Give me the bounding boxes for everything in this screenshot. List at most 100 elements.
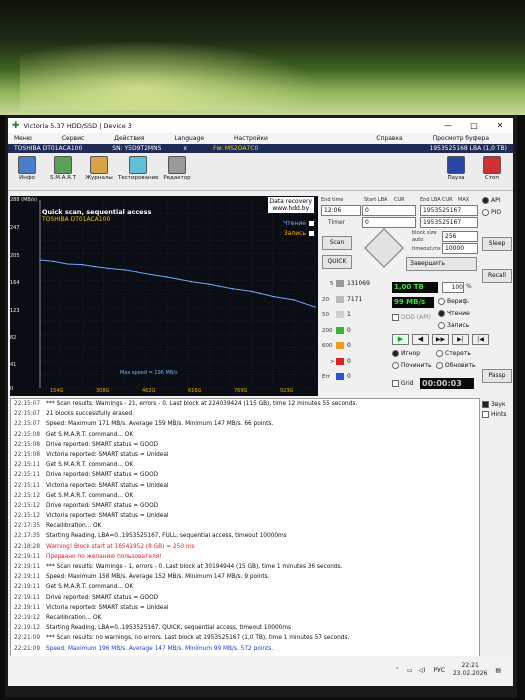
menu-item-actions[interactable]: Действия [108, 135, 144, 142]
quick-button[interactable]: QUICK [322, 255, 352, 269]
close-button[interactable]: ✕ [487, 121, 513, 130]
play-icon[interactable]: ▶ [392, 334, 409, 345]
log-time: 22:15:07 [14, 401, 41, 407]
verify-radio-dot[interactable] [438, 298, 445, 305]
grid-checkbox[interactable]: Grid [392, 380, 414, 387]
write-radio[interactable]: Запись [438, 322, 469, 329]
data-recovery-banner[interactable]: Data recovery www.hdd.by [267, 197, 314, 213]
erase-radio[interactable]: Стереть [436, 350, 471, 357]
sound-box[interactable] [482, 401, 489, 408]
ddd-api-checkbox[interactable]: DDD (API) [392, 314, 431, 321]
grid-box[interactable] [392, 380, 399, 387]
action-select[interactable]: Завершить [406, 257, 477, 271]
rewind-icon[interactable]: ◀ [412, 334, 429, 345]
ddd-api-box[interactable] [392, 314, 399, 321]
skip-end-icon[interactable]: ▶| [452, 334, 469, 345]
api-radio[interactable]: API [482, 197, 501, 204]
menu-item-settings[interactable]: Настройки [228, 135, 268, 142]
skip-forward-icon[interactable]: ▶▶ [432, 334, 449, 345]
y-tick-label: 123 [10, 308, 20, 314]
event-log[interactable]: 22:15:07 *** Scan results: Warnings - 21,… [10, 398, 480, 656]
drive-close-button[interactable]: x [183, 145, 187, 152]
logs-button-label: Журналы [85, 175, 113, 181]
pause-button[interactable]: Пауза [439, 156, 473, 181]
end-time-field[interactable]: 12:06 [321, 205, 361, 216]
chevron-up-icon[interactable]: ˄ [396, 667, 399, 674]
update-radio-dot[interactable] [436, 362, 443, 369]
pio-radio[interactable]: PIO [482, 209, 501, 216]
block-color-swatch [336, 280, 344, 287]
block-time-label: 5 [330, 281, 334, 287]
end-lba-field[interactable]: 1953525167 [420, 205, 478, 216]
start-lba-cur-field[interactable]: 0 [362, 217, 416, 228]
direction-pad-icon[interactable] [364, 228, 404, 268]
hints-checkbox[interactable]: Hints [482, 411, 513, 418]
update-radio[interactable]: Обновить [436, 362, 475, 369]
pio-radio-dot[interactable] [482, 209, 489, 216]
read-radio[interactable]: Чтение [438, 310, 470, 317]
info-button[interactable]: Инфо [10, 156, 44, 181]
sound-checkbox[interactable]: Звук [482, 401, 513, 408]
minimize-button[interactable]: — [435, 121, 461, 130]
drive-info-bar: TOSHIBA DT01ACA100 SN: Y5D9T2MNS x Fw: M… [8, 144, 513, 153]
volume-icon[interactable]: ◁) [419, 667, 426, 674]
menu-item-language[interactable]: Language [168, 135, 204, 142]
clock[interactable]: 22:21 23.02.2026 [453, 662, 487, 678]
log-message: Speed: Maximum 158 MB/s. Average 152 MB/… [46, 574, 270, 581]
notification-icon[interactable]: ▤ [495, 667, 501, 674]
scan-button[interactable]: Scan [322, 236, 352, 250]
speed-graph: Quick scan, sequential access TOSHIBA DT… [10, 196, 318, 396]
recall-button[interactable]: Recall [482, 269, 512, 283]
clock-time: 22:21 [461, 662, 479, 669]
legend-read-checkbox[interactable] [309, 221, 314, 226]
sleep-button[interactable]: Sleep [482, 237, 512, 251]
testing-button[interactable]: Тестирование [118, 156, 159, 181]
log-row: 22:19:11 Drive reported: SMART status = G… [11, 593, 479, 603]
read-radio-dot[interactable] [438, 310, 445, 317]
data-point [231, 288, 234, 290]
api-radio-dot[interactable] [482, 197, 489, 204]
language-indicator[interactable]: РУС [434, 667, 445, 674]
log-row: 22:15:07 *** Scan results: Warnings - 21,… [11, 399, 479, 409]
data-point [293, 299, 295, 301]
hints-box[interactable] [482, 411, 489, 418]
smart-button[interactable]: S.M.A.R.T [46, 156, 80, 181]
legend-read[interactable]: Чтение [283, 220, 314, 227]
passp-button[interactable]: Passp [482, 369, 512, 383]
block-count: 7171 [347, 295, 363, 303]
victoria-window: ✚ Victoria 5.37 HDD/SSD | Device 3 — □ ✕… [8, 118, 513, 656]
verify-radio[interactable]: Вериф. [438, 298, 470, 305]
end-lba-cur-field[interactable]: 1953525167 [420, 217, 478, 228]
menu-item-help[interactable]: Справка [370, 135, 402, 142]
repair-radio-dot[interactable] [392, 362, 399, 369]
erase-radio-dot[interactable] [436, 350, 443, 357]
block-color-swatch [336, 311, 344, 318]
timer-label[interactable]: Timer [328, 219, 345, 226]
data-point [94, 265, 96, 268]
logs-button[interactable]: Журналы [82, 156, 116, 181]
log-row: 22:18:28 Warning! Block start at 16541952… [11, 542, 479, 552]
editor-button[interactable]: Редактор [160, 156, 194, 181]
legend-write[interactable]: Запись [284, 230, 314, 237]
ignore-radio[interactable]: Игнор [392, 350, 420, 357]
legend-write-checkbox[interactable] [309, 231, 314, 236]
repair-radio[interactable]: Починить [392, 362, 431, 369]
write-radio-dot[interactable] [438, 322, 445, 329]
menu-item-menu[interactable]: Меню [8, 135, 32, 142]
block-count: 0 [347, 326, 351, 334]
log-message: Recallibration... OK [46, 523, 102, 530]
ignore-radio-dot[interactable] [392, 350, 399, 357]
start-lba-field[interactable]: 0 [362, 205, 416, 216]
auto-label[interactable]: auto [412, 237, 423, 243]
data-point [259, 292, 261, 294]
timeout-select[interactable]: 10000 [442, 243, 478, 254]
data-point [250, 290, 253, 292]
block-size-select[interactable]: 256 [442, 231, 478, 242]
menu-item-service[interactable]: Сервис [56, 135, 84, 142]
data-point [108, 267, 110, 270]
network-icon[interactable]: ▭ [407, 667, 413, 674]
maximize-button[interactable]: □ [461, 121, 487, 130]
drive-model[interactable]: TOSHIBA DT01ACA100 [14, 145, 82, 152]
graph-subtitle: TOSHIBA DT01ACA100 [42, 216, 111, 223]
menu-item-buffer-view[interactable]: Просмотр буфера [427, 135, 489, 142]
